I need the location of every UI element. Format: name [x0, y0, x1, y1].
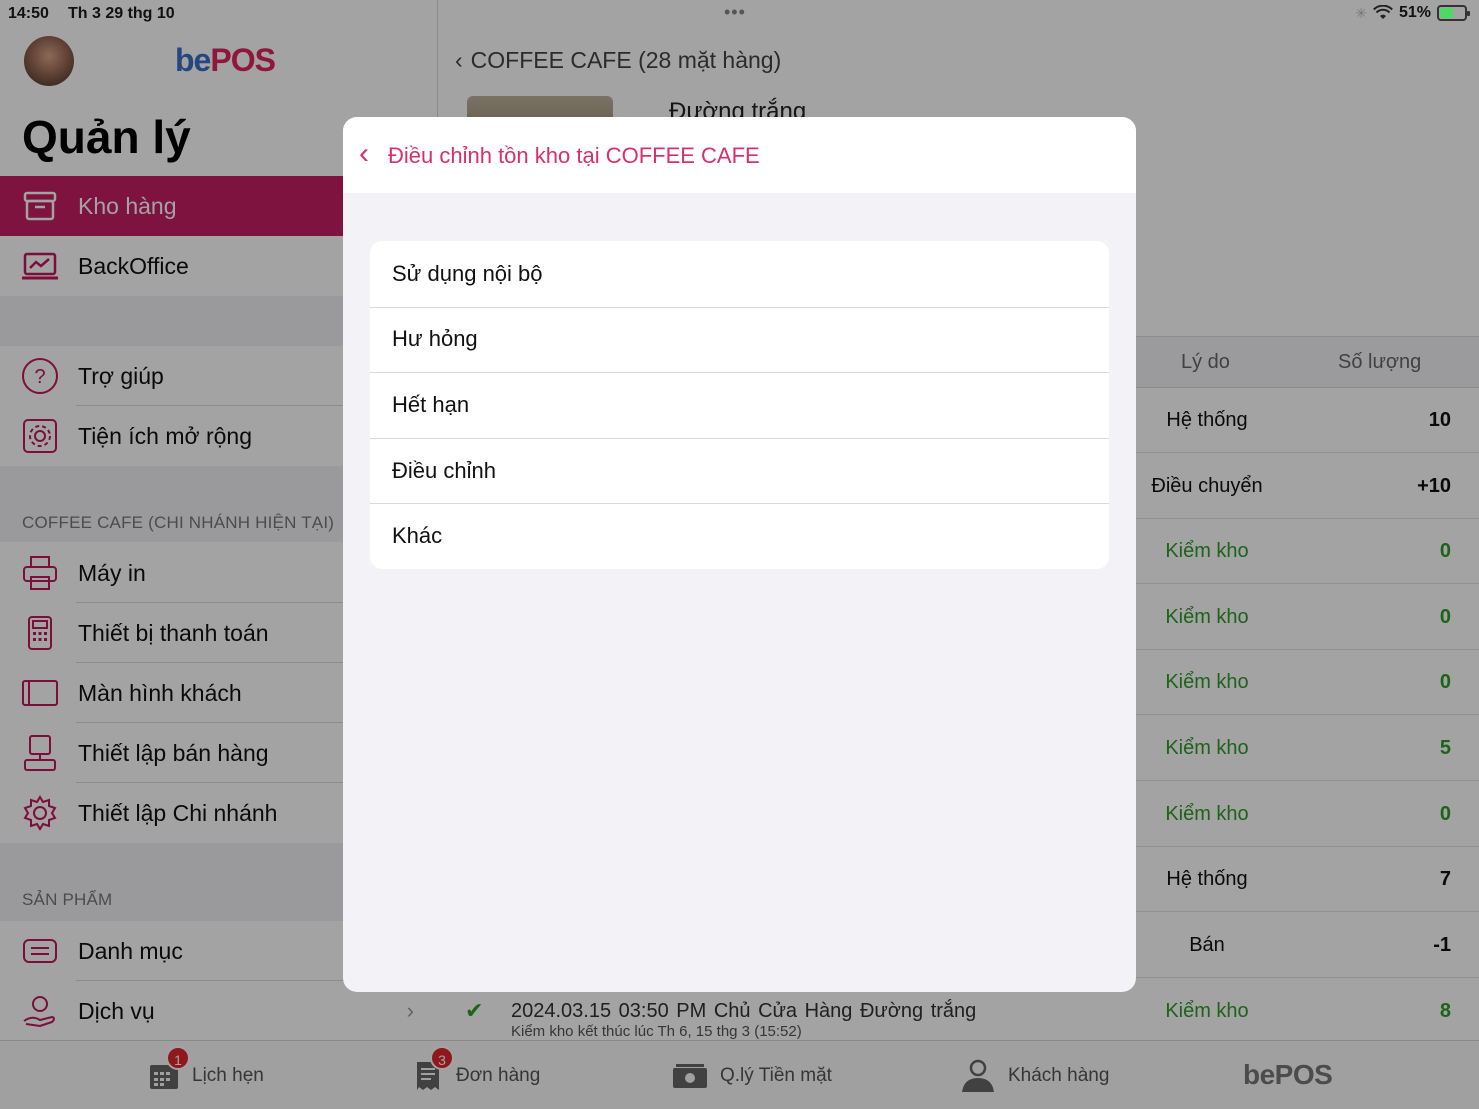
status-right: ✳ 51%: [1355, 4, 1470, 22]
status-date: Th 3 29 thg 10: [68, 5, 175, 22]
modal-title[interactable]: Điều chỉnh tồn kho tại COFFEE CAFE: [388, 143, 760, 169]
battery-icon: [1437, 5, 1470, 21]
option-label: Điều chỉnh: [392, 457, 496, 483]
wifi-icon: [1373, 5, 1393, 19]
option-expired[interactable]: Hết hạn: [370, 372, 1109, 438]
option-other[interactable]: Khác: [370, 503, 1109, 569]
modal-header: ‹ Điều chỉnh tồn kho tại COFFEE CAFE: [343, 117, 1136, 193]
option-label: Hết hạn: [392, 391, 470, 417]
option-label: Khác: [392, 523, 443, 549]
option-adjustment[interactable]: Điều chỉnh: [370, 437, 1109, 504]
activity-icon: ✳: [1355, 4, 1367, 21]
option-damaged[interactable]: Hư hỏng: [370, 306, 1109, 373]
multitask-dots-icon[interactable]: •••: [724, 2, 746, 23]
status-bar: 14:50 Th 3 29 thg 10 ••• ✳ 51%: [0, 0, 1479, 28]
adjust-stock-modal: ‹ Điều chỉnh tồn kho tại COFFEE CAFE Sử …: [343, 117, 1136, 992]
reason-options-list: Sử dụng nội bộ Hư hỏng Hết hạn Điều chỉn…: [370, 241, 1109, 569]
option-internal-use[interactable]: Sử dụng nội bộ: [370, 241, 1109, 307]
option-label: Sử dụng nội bộ: [392, 260, 543, 286]
option-label: Hư hỏng: [392, 326, 478, 352]
battery-percent: 51%: [1398, 4, 1431, 21]
back-chevron-icon[interactable]: ‹: [359, 139, 369, 169]
status-time: 14:50: [8, 5, 49, 22]
